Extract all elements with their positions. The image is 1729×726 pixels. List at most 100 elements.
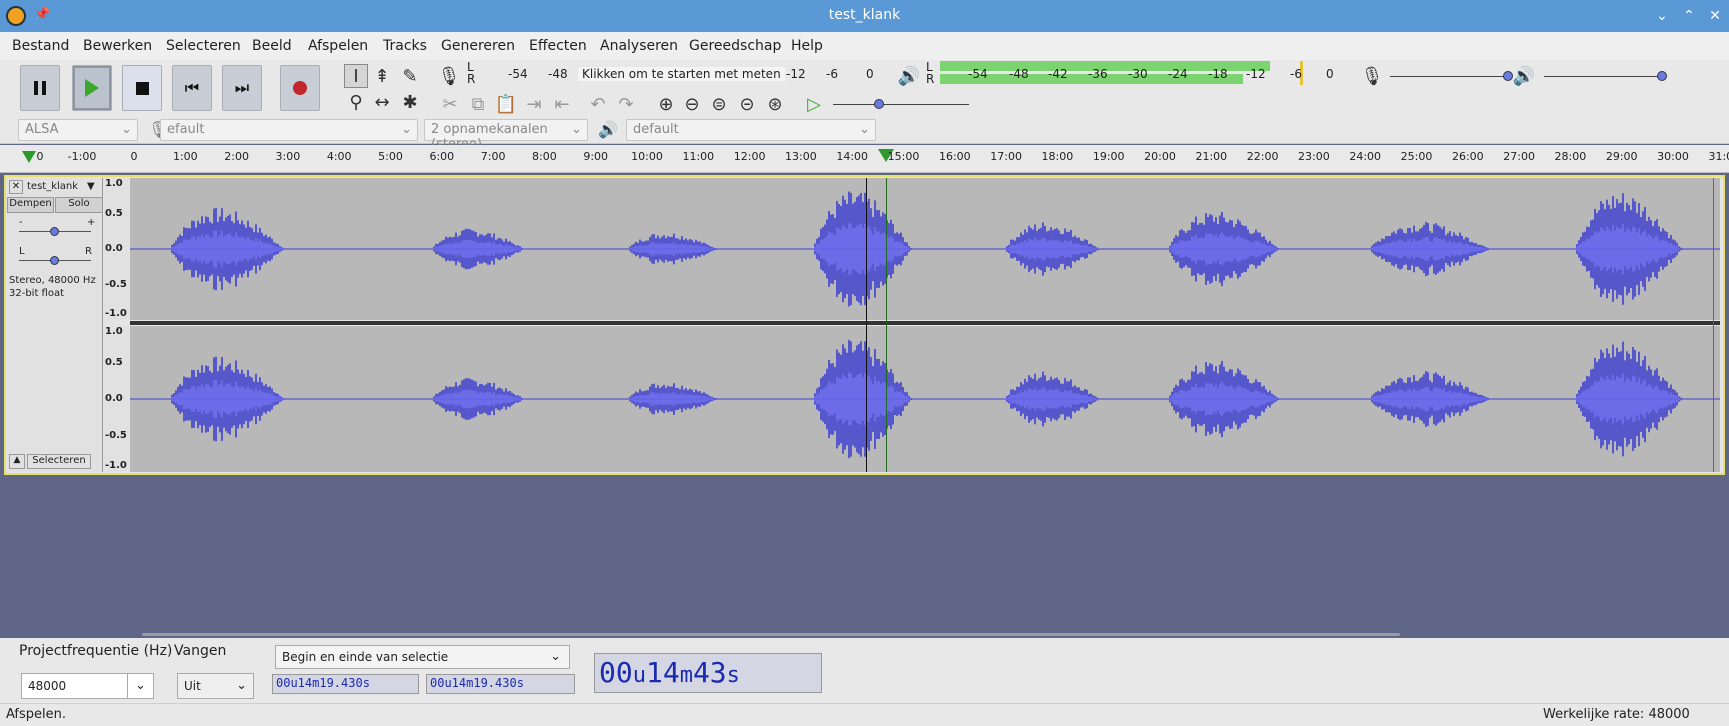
- play-meter-tick: -18: [1208, 67, 1228, 81]
- menu-analyseren[interactable]: Analyseren: [600, 38, 678, 54]
- track-bitdepth-info: 32-bit float: [9, 288, 65, 299]
- playhead-line: [886, 178, 887, 472]
- ruler-tick-label: 28:00: [1554, 150, 1587, 163]
- multi-tool-icon[interactable]: ✱: [398, 90, 422, 114]
- record-button[interactable]: [280, 65, 320, 111]
- zoom-toggle-icon[interactable]: ⊛: [763, 92, 787, 116]
- track-control-panel: ✕ test_klank ▼ Dempen Solo - + L R Stere…: [7, 178, 103, 472]
- waveform-left-channel[interactable]: [130, 178, 1720, 320]
- ruler-tick-label: 7:00: [480, 150, 506, 163]
- scale-label: 0.0: [105, 393, 123, 404]
- silence-icon[interactable]: ⇤: [550, 92, 574, 116]
- minimize-icon[interactable]: ⌄: [1653, 7, 1671, 25]
- toolbar: ⏮ ⏭ I ⇞ ✎ ⚲ ↔ ✱ 🎙 L R -54 -48 Klikken om…: [0, 60, 1729, 152]
- cut-icon[interactable]: ✂: [438, 92, 462, 116]
- playback-device-value: default: [633, 122, 679, 137]
- playback-device-select[interactable]: default ⌄: [626, 119, 876, 141]
- recording-device-select[interactable]: efault ⌄: [160, 119, 418, 141]
- play-at-speed-icon[interactable]: ▷: [802, 92, 826, 116]
- close-icon[interactable]: ✕: [1706, 7, 1724, 25]
- copy-icon[interactable]: ⧉: [466, 92, 490, 116]
- menu-afspelen[interactable]: Afspelen: [308, 38, 368, 54]
- track-name[interactable]: test_klank: [27, 181, 78, 192]
- mute-button[interactable]: Dempen: [7, 197, 54, 213]
- project-rate-value: 48000: [28, 679, 67, 693]
- pan-slider[interactable]: [19, 256, 91, 265]
- recording-channels-select[interactable]: 2 opnamekanalen (stereo)⌄: [424, 119, 588, 152]
- select-track-button[interactable]: Selecteren: [27, 454, 91, 469]
- menu-effecten[interactable]: Effecten: [529, 38, 587, 54]
- microphone-icon[interactable]: 🎙: [437, 64, 461, 88]
- solo-button[interactable]: Solo: [55, 197, 103, 213]
- play-speed-slider[interactable]: [833, 99, 969, 109]
- snap-combo[interactable]: Uit ⌄: [177, 673, 254, 699]
- pause-button[interactable]: [20, 65, 60, 111]
- playback-volume-slider[interactable]: [1544, 71, 1667, 81]
- audio-position-display[interactable]: 00u14m43s: [594, 653, 822, 693]
- rec-meter-tick: -6: [826, 67, 838, 81]
- ruler-tick-label: 17:00: [990, 150, 1022, 163]
- ruler-tick-label: 0: [36, 150, 44, 163]
- menu-selecteren[interactable]: Selecteren: [166, 38, 241, 54]
- speaker-icon[interactable]: 🔊: [897, 64, 921, 88]
- slider-thumb[interactable]: [50, 256, 59, 265]
- project-rate-combo[interactable]: 48000 ⌄: [21, 673, 154, 699]
- menu-bestand[interactable]: Bestand: [12, 38, 69, 54]
- rec-meter-tick: -48: [548, 67, 568, 81]
- time-minutes: 14: [645, 656, 680, 689]
- slider-thumb[interactable]: [874, 99, 884, 109]
- fit-project-icon[interactable]: ⊝: [735, 92, 759, 116]
- fit-selection-icon[interactable]: ⊜: [707, 92, 731, 116]
- pause-icon: [34, 81, 46, 95]
- redo-icon[interactable]: ↷: [614, 92, 638, 116]
- selection-end-time[interactable]: 00u14m19.430s: [426, 674, 575, 694]
- time-hours: 00: [599, 656, 633, 689]
- rec-meter-tick: -54: [508, 67, 528, 81]
- selection-start-time[interactable]: 00u14m19.430s: [272, 674, 419, 694]
- chevron-down-icon: ⌄: [859, 122, 870, 137]
- play-region-start-icon[interactable]: [22, 151, 36, 163]
- timeline-ruler[interactable]: 0 -1:00 0 1:00 2:00 3:00 4:00 5:00 6:00 7:00 8:00 9…: [0, 145, 1729, 173]
- skip-start-button[interactable]: ⏮: [172, 65, 212, 111]
- zoom-in-icon[interactable]: ⊕: [654, 92, 678, 116]
- menu-tracks[interactable]: Tracks: [383, 38, 427, 54]
- waveform-svg: [130, 339, 1720, 459]
- ruler-tick-label: 19:00: [1092, 150, 1125, 163]
- menu-beeld[interactable]: Beeld: [252, 38, 292, 54]
- timeshift-tool-icon[interactable]: ↔: [370, 90, 394, 114]
- play-button[interactable]: [72, 65, 112, 111]
- slider-thumb[interactable]: [1657, 71, 1667, 81]
- ruler-tick-label: 25:00: [1400, 150, 1433, 163]
- menu-bewerken[interactable]: Bewerken: [83, 38, 152, 54]
- collapse-track-icon[interactable]: ▲: [9, 454, 25, 469]
- skip-end-button[interactable]: ⏭: [222, 65, 262, 111]
- audio-clip-burst: [1371, 221, 1489, 277]
- window-title: test_klank: [828, 7, 901, 23]
- track-menu-icon[interactable]: ▼: [87, 181, 95, 192]
- recording-volume-slider[interactable]: [1390, 71, 1513, 81]
- paste-icon[interactable]: 📋: [494, 92, 518, 116]
- audio-host-select[interactable]: ALSA ⌄: [18, 119, 138, 141]
- selection-tool-icon[interactable]: I: [344, 64, 368, 88]
- ruler-tick-label: 27:00: [1503, 150, 1535, 163]
- menu-help[interactable]: Help: [791, 38, 823, 54]
- channel-scale-left: 1.0 0.5 0.0 -0.5 -1.0: [104, 178, 129, 320]
- waveform-right-channel[interactable]: [130, 326, 1720, 472]
- horizontal-scrollbar[interactable]: [142, 633, 1400, 636]
- trim-icon[interactable]: ⇥: [522, 92, 546, 116]
- undo-icon[interactable]: ↶: [586, 92, 610, 116]
- draw-tool-icon[interactable]: ✎: [398, 64, 422, 88]
- menu-gereedschap[interactable]: Gereedschap: [689, 38, 781, 54]
- maximize-icon[interactable]: ⌃: [1680, 7, 1698, 25]
- envelope-tool-icon[interactable]: ⇞: [370, 64, 394, 88]
- zoom-out-icon[interactable]: ⊖: [680, 92, 704, 116]
- rec-meter-prompt[interactable]: Klikken om te starten met meten: [578, 67, 785, 81]
- scale-label: 0.5: [105, 356, 123, 368]
- track-close-button[interactable]: ✕: [9, 180, 23, 194]
- stop-button[interactable]: [122, 65, 162, 111]
- slider-thumb[interactable]: [50, 227, 59, 236]
- menu-genereren[interactable]: Genereren: [441, 38, 515, 54]
- zoom-tool-icon[interactable]: ⚲: [344, 90, 368, 114]
- selection-mode-combo[interactable]: Begin en einde van selectie ⌄: [275, 645, 570, 669]
- gain-slider[interactable]: [19, 227, 91, 236]
